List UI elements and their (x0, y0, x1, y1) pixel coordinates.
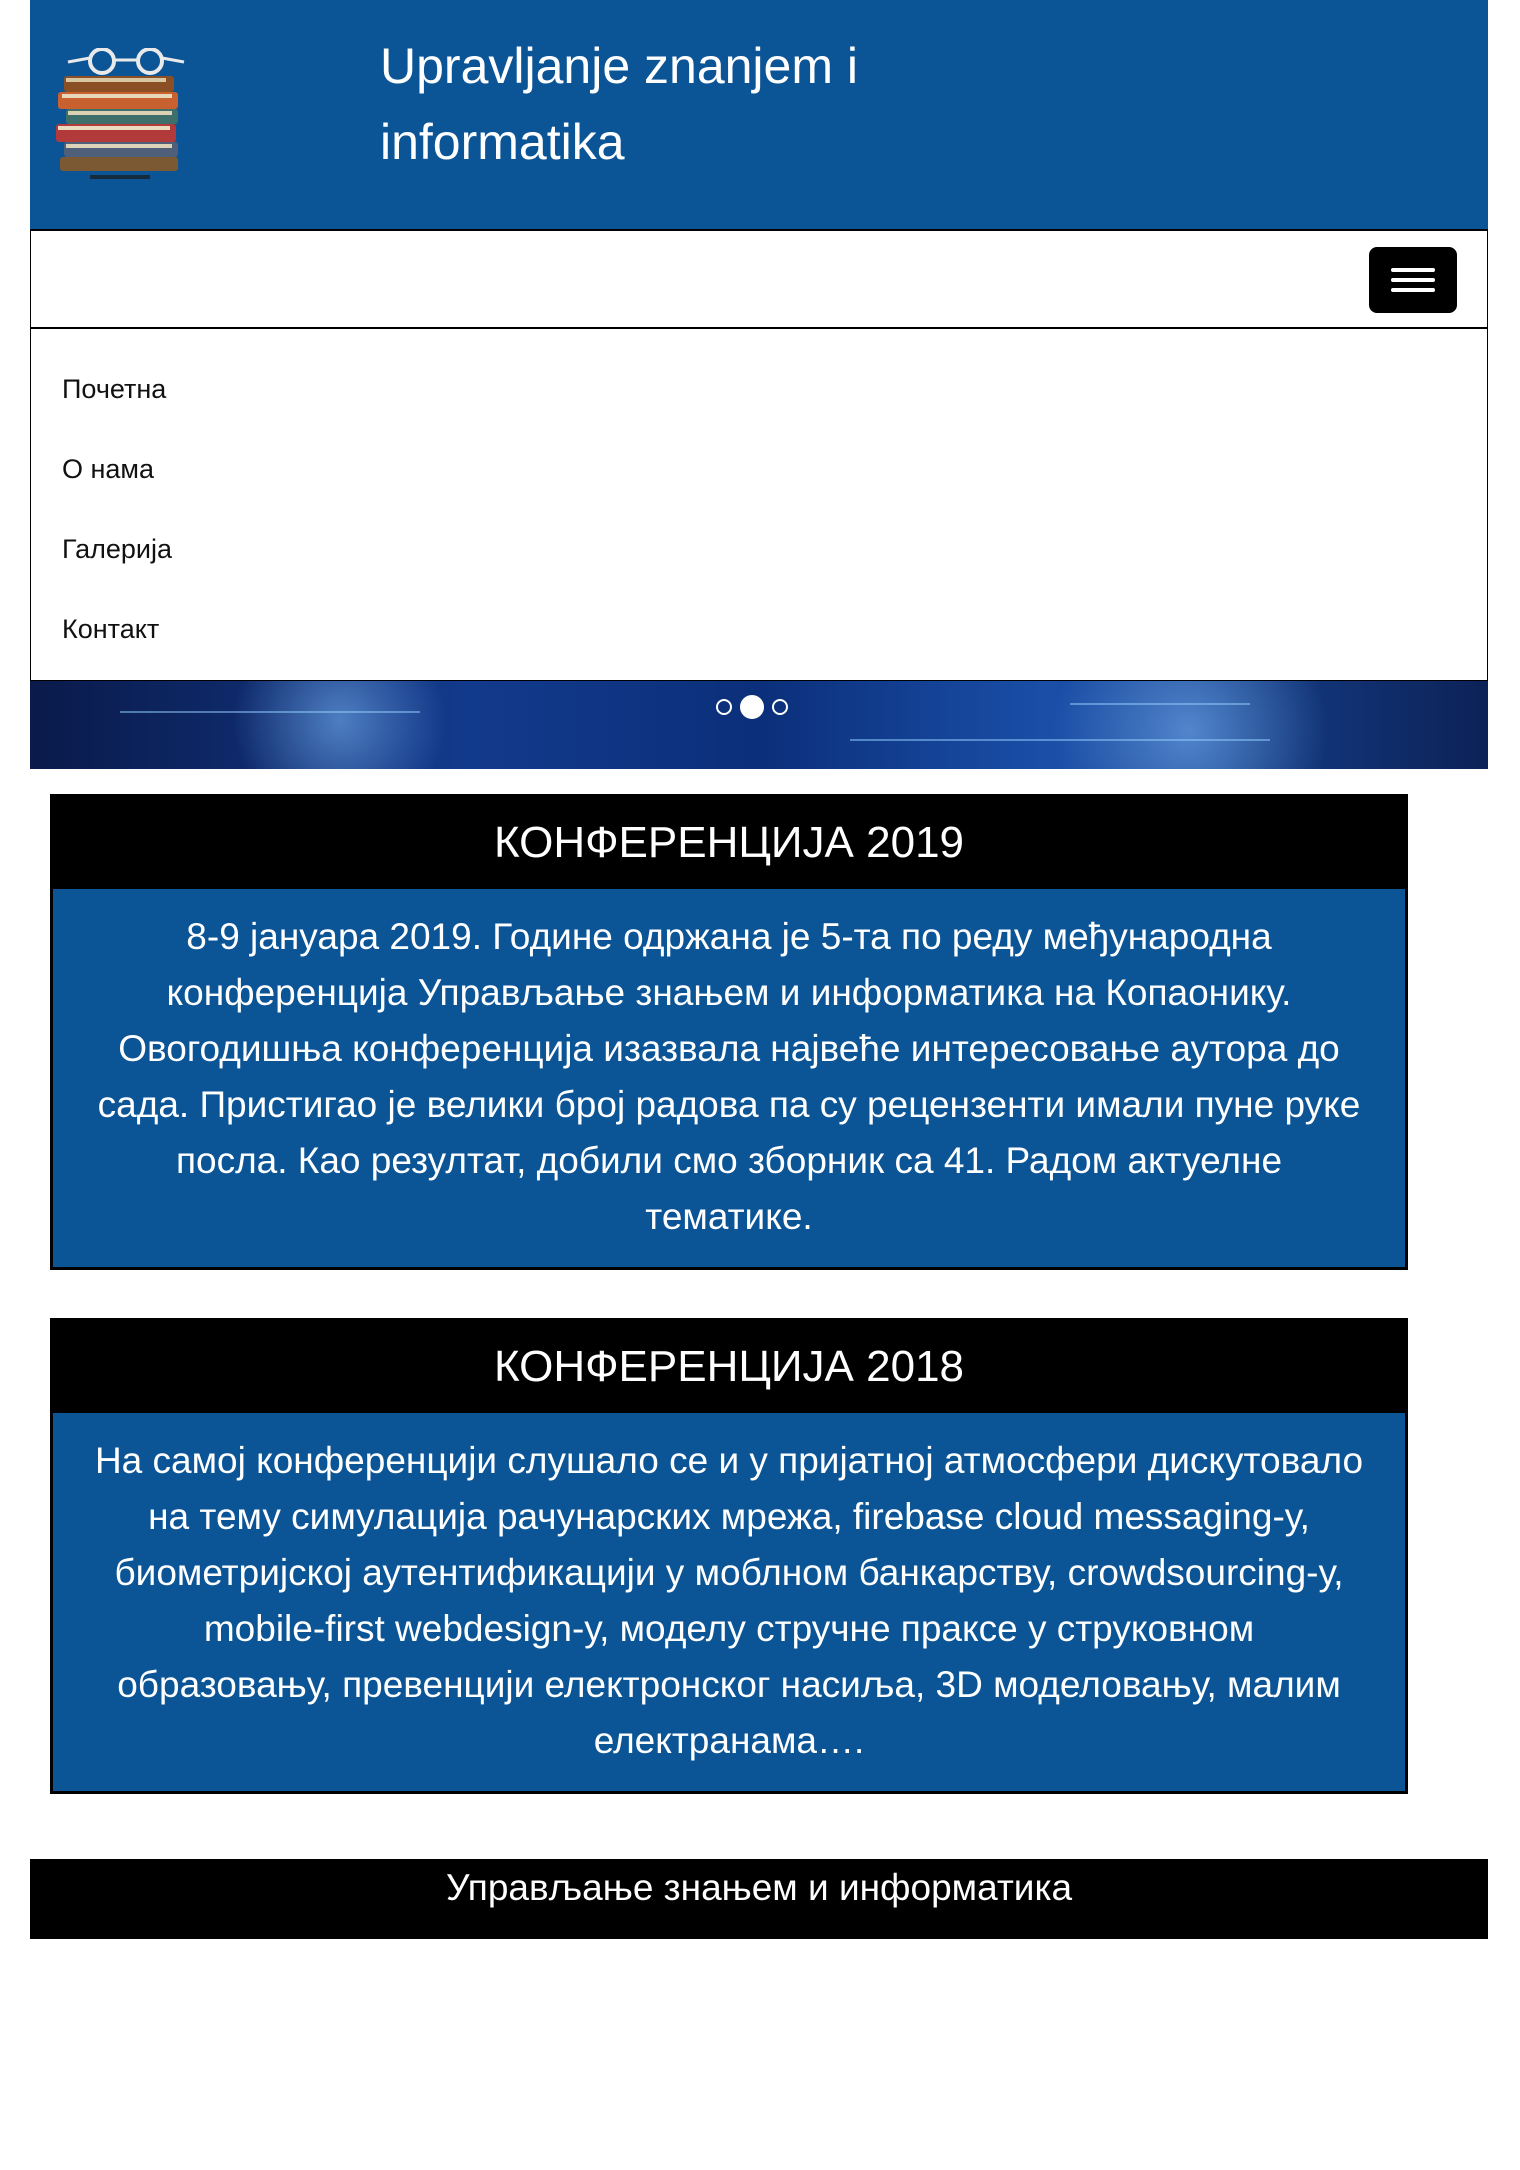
card-title: КОНФЕРЕНЦИЈА 2018 (53, 1321, 1405, 1413)
banner-line (1070, 703, 1250, 705)
nav-menu: Почетна О нама Галерија Контакт (30, 329, 1488, 681)
carousel-banner (30, 681, 1488, 769)
nav-item-about[interactable]: О нама (31, 429, 1487, 509)
conference-card-2018: КОНФЕРЕНЦИЈА 2018 На самој конференцији … (50, 1318, 1408, 1794)
carousel-dot-2[interactable] (740, 695, 764, 719)
nav-item-gallery[interactable]: Галерија (31, 509, 1487, 589)
hamburger-icon[interactable] (1369, 247, 1457, 313)
books-icon (56, 47, 185, 179)
conference-card-2019: КОНФЕРЕНЦИЈА 2019 8-9 јануара 2019. Годи… (50, 794, 1408, 1270)
navbar (30, 229, 1488, 329)
card-title: КОНФЕРЕНЦИЈА 2019 (53, 797, 1405, 889)
site-header: Upravljanje znanjem i informatika (30, 0, 1488, 229)
banner-line (120, 711, 420, 713)
banner-glow (210, 681, 470, 769)
site-footer: Управљање знањем и информатика (30, 1859, 1488, 1939)
carousel-dot-3[interactable] (772, 699, 788, 715)
card-text: 8-9 јануара 2019. Године одржана је 5-та… (53, 889, 1405, 1267)
card-text: На самој конференцији слушало се и у при… (53, 1413, 1405, 1791)
carousel-dot-1[interactable] (716, 699, 732, 715)
books-logo[interactable] (50, 47, 220, 188)
nav-item-contact[interactable]: Контакт (31, 589, 1487, 669)
nav-item-home[interactable]: Почетна (31, 349, 1487, 429)
banner-glow (1010, 681, 1370, 769)
site-title: Upravljanje znanjem i informatika (380, 38, 859, 170)
banner-line (850, 739, 1270, 741)
page-wrapper: Upravljanje znanjem i informatika Почетн… (30, 0, 1488, 769)
carousel-indicators (716, 695, 788, 719)
